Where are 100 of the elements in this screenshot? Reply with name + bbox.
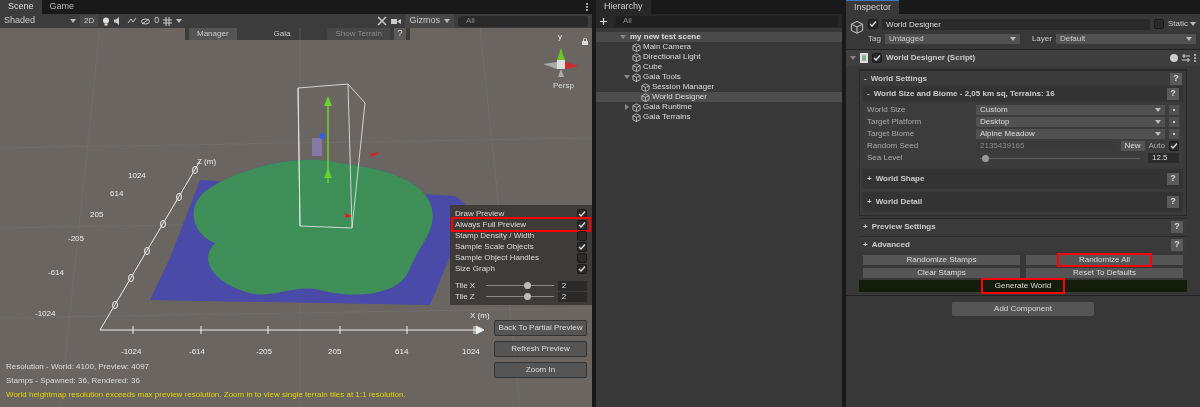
cube-icon	[641, 92, 650, 102]
world-settings-header[interactable]: - World Settings ?	[860, 70, 1186, 86]
scene-root-item[interactable]: my new test scene	[596, 32, 842, 42]
option-checkbox[interactable]	[577, 241, 587, 252]
tile-value-field[interactable]: 2	[557, 291, 587, 302]
field-label: World Size	[867, 104, 907, 116]
action-button[interactable]: Randomize All	[1026, 255, 1183, 265]
hidden-eye-icon[interactable]	[141, 17, 151, 25]
preview-option[interactable]: Stamp Density / Width	[453, 230, 589, 241]
option-checkbox[interactable]	[577, 252, 587, 263]
dropdown[interactable]: Custom	[976, 105, 1165, 115]
action-button[interactable]: Randomize Stamps	[863, 255, 1020, 265]
add-preset-button[interactable]	[1169, 105, 1179, 115]
component-header[interactable]: World Designer (Script)	[846, 50, 1200, 66]
tick-label: -1024	[35, 308, 56, 320]
caret-icon	[1009, 37, 1016, 41]
camera-icon[interactable]	[391, 17, 402, 25]
preview-button[interactable]: Zoom In	[494, 362, 587, 378]
dropdown[interactable]: Desktop	[976, 117, 1165, 127]
cube-icon	[632, 62, 641, 72]
help-button[interactable]: ?	[1167, 196, 1179, 208]
preview-button[interactable]: Back To Partial Preview	[494, 320, 587, 336]
hierarchy-item[interactable]: Gaia Tools	[596, 72, 842, 82]
tile-value-field[interactable]: 2	[557, 280, 587, 291]
scene-tab[interactable]: Scene	[0, 0, 42, 14]
shading-dropdown[interactable]: Shaded	[4, 14, 76, 28]
gizmos-dropdown[interactable]: Gizmos	[405, 14, 454, 28]
help-icon[interactable]	[1170, 54, 1178, 62]
cube-icon	[632, 72, 641, 82]
cube-icon[interactable]	[850, 20, 864, 34]
collapsed-arrow-icon[interactable]	[624, 104, 630, 110]
action-button[interactable]: Clear Stamps	[863, 268, 1020, 278]
search-field[interactable]: All	[615, 15, 838, 27]
tag-label: Tag	[868, 33, 881, 45]
hidden-objects-count[interactable]: 0	[154, 14, 160, 28]
section-header[interactable]: + Advanced ?	[859, 236, 1187, 252]
lightbulb-icon[interactable]	[102, 16, 111, 26]
static-dropdown[interactable]: Static	[1168, 18, 1196, 30]
inspector-tab[interactable]: Inspector	[846, 0, 900, 14]
help-button[interactable]: ?	[1171, 220, 1183, 233]
preview-option[interactable]: Sample Scale Objects	[453, 241, 589, 252]
tools-icon[interactable]	[377, 16, 388, 26]
hierarchy-item[interactable]: Session Manager	[596, 82, 842, 92]
projection-label[interactable]: Persp	[553, 80, 574, 92]
preview-button[interactable]: Refresh Preview	[494, 341, 587, 357]
caret-icon	[1190, 22, 1196, 26]
hierarchy-item[interactable]: Gaia Runtime	[596, 102, 842, 112]
preset-icon[interactable]	[1182, 54, 1190, 62]
cube-icon	[632, 52, 641, 62]
effects-icon[interactable]	[127, 17, 138, 25]
help-button[interactable]: ?	[1167, 173, 1179, 185]
action-button[interactable]: Reset To Defaults	[1026, 268, 1183, 278]
2d-toggle[interactable]: 2D	[80, 15, 99, 27]
add-preset-button[interactable]	[1169, 117, 1179, 127]
help-button[interactable]: ?	[1170, 72, 1182, 85]
hierarchy-item[interactable]: Cube	[596, 62, 842, 72]
generate-world-button[interactable]: Generate World	[859, 280, 1187, 292]
scene-tab[interactable]: Game	[41, 0, 83, 14]
add-icon[interactable]	[600, 17, 607, 25]
dropdown[interactable]: Alpine Meadow	[976, 129, 1165, 139]
layer-dropdown[interactable]: Default	[1055, 34, 1196, 44]
preview-option[interactable]: Sample Object Handles	[453, 252, 589, 263]
hierarchy-item[interactable]: World Designer	[596, 92, 842, 102]
option-checkbox[interactable]	[577, 263, 587, 274]
add-component-button[interactable]: Add Component	[952, 302, 1094, 316]
status-text: Resolution - World: 4100, Preview: 4097	[6, 361, 151, 373]
section-header[interactable]: + Preview Settings ?	[859, 218, 1187, 234]
manager-button[interactable]: Manager	[189, 28, 237, 40]
option-checkbox[interactable]	[577, 219, 587, 230]
option-checkbox[interactable]	[577, 208, 587, 219]
grid-icon[interactable]	[163, 16, 173, 26]
hierarchy-item[interactable]: Gaia Terrains	[596, 112, 842, 122]
biome-header[interactable]: - World Size and Biome - 2,05 km sq, Terrains: 16 ?	[863, 86, 1183, 102]
script-icon	[860, 53, 868, 63]
option-checkbox[interactable]	[577, 230, 587, 241]
help-button[interactable]: ?	[1167, 88, 1179, 100]
sea-level-field[interactable]: 12.5	[1148, 153, 1179, 163]
expanded-arrow-icon[interactable]	[850, 55, 856, 61]
preview-option[interactable]: Draw Preview	[453, 208, 589, 219]
tag-dropdown[interactable]: Untagged	[884, 34, 1020, 44]
cube-icon	[632, 112, 641, 122]
help-button[interactable]: ?	[1171, 238, 1183, 251]
component-checkbox[interactable]	[872, 53, 882, 63]
lock-icon[interactable]	[582, 38, 588, 45]
preview-option[interactable]: Always Full Preview	[453, 219, 589, 230]
search-field[interactable]: All	[458, 15, 588, 27]
active-checkbox[interactable]	[868, 19, 878, 29]
x-axis-label: X (m)	[470, 310, 490, 322]
expanded-arrow-icon[interactable]	[624, 74, 630, 80]
hierarchy-tab[interactable]: Hierarchy	[596, 0, 651, 14]
tick-label: -205	[256, 346, 272, 358]
static-checkbox[interactable]	[1154, 19, 1164, 29]
add-preset-button[interactable]	[1169, 129, 1179, 139]
object-name-field[interactable]: World Designer	[882, 18, 1150, 30]
help-button[interactable]: ?	[394, 28, 406, 40]
expanded-arrow-icon[interactable]	[620, 34, 626, 40]
cube-icon	[632, 42, 641, 52]
hierarchy-item[interactable]: Main Camera	[596, 42, 842, 52]
hierarchy-item[interactable]: Directional Light	[596, 52, 842, 62]
preview-option[interactable]: Size Graph	[453, 263, 589, 274]
